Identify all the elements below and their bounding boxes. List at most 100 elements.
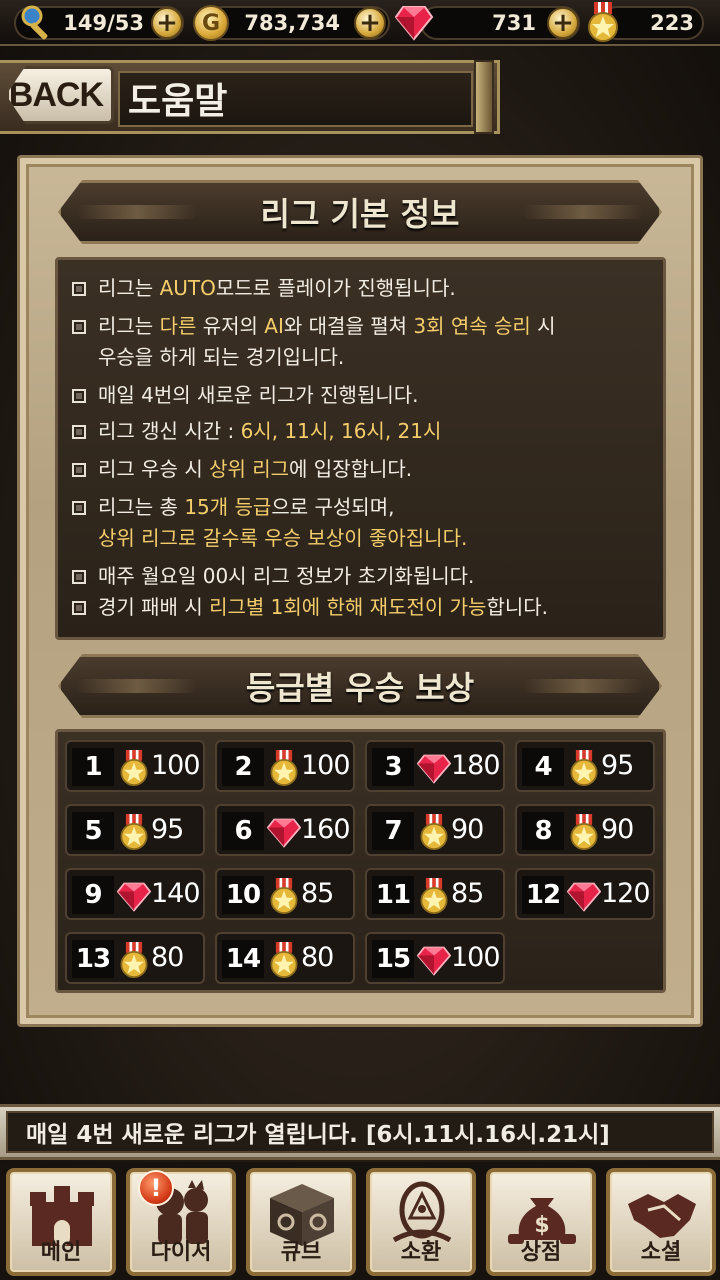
gold-value: 783,734 xyxy=(244,11,340,35)
highlight-text: 다른 xyxy=(159,314,197,338)
info-text: 으로 구성되며, xyxy=(271,495,395,519)
banner-ornament-right xyxy=(523,205,643,219)
reward-cell: 14 80 xyxy=(215,932,355,984)
ruby-gem-icon xyxy=(116,878,152,914)
stamina-value: 149/53 xyxy=(63,11,144,35)
highlight-text: 15개 등급 xyxy=(184,495,272,519)
star-medal-icon xyxy=(117,942,151,978)
nav-castle-button[interactable]: 메인 xyxy=(6,1168,116,1276)
highlight-text: AUTO xyxy=(159,276,216,300)
bullet-icon xyxy=(72,282,86,296)
reward-amount: 160 xyxy=(301,814,351,845)
info-line: 경기 패배 시 리그별 1회에 한해 재도전이 가능합니다. xyxy=(72,591,548,620)
reward-cell: 3 180 xyxy=(365,740,505,792)
reward-amount: 85 xyxy=(301,878,334,909)
reward-amount: 180 xyxy=(451,750,501,781)
reward-rank: 1 xyxy=(72,748,114,786)
rewards-title: 등급별 우승 보상 xyxy=(245,669,475,707)
reward-amount: 90 xyxy=(451,814,484,845)
info-line: 매주 월요일 00시 리그 정보가 초기화됩니다. xyxy=(72,560,474,589)
reward-cell: 1 100 xyxy=(65,740,205,792)
league-info-box: 리그는 AUTO모드로 플레이가 진행됩니다. 리그는 다른 유저의 AI와 대결… xyxy=(55,257,666,640)
key-wand-icon xyxy=(18,3,58,43)
reward-rank: 7 xyxy=(372,812,414,850)
reward-rank: 6 xyxy=(222,812,264,850)
nav-label: 큐브 xyxy=(280,1240,322,1265)
highlight-text: 3회 연속 승리 xyxy=(413,314,531,338)
reward-cell: 2 100 xyxy=(215,740,355,792)
league-info-banner: 리그 기본 정보 xyxy=(58,180,662,244)
reward-cell: 10 85 xyxy=(215,868,355,920)
rewards-grid: 1 100 2 100 3 180 4 95 5 95 6 160 7 90 8 90 9 140 10 85 11 85… xyxy=(55,729,666,993)
bottom-nav: 메인 다이서! 큐브 소환 $ 상점 소셜 xyxy=(0,1162,720,1280)
info-text: 리그 갱신 시간 : xyxy=(98,419,241,443)
gold-coin-icon: G xyxy=(193,5,229,41)
reward-cell: 6 160 xyxy=(215,804,355,856)
reward-cell: 8 90 xyxy=(515,804,655,856)
banner-ornament-left xyxy=(77,679,197,693)
highlight-text: 상위 리그로 갈수록 우승 보상이 좋아집니다. xyxy=(98,526,468,550)
nav-label: 다이서 xyxy=(150,1240,212,1265)
info-text: 리그 우승 시 xyxy=(98,457,210,481)
star-medal-icon xyxy=(417,814,451,850)
star-medal-icon xyxy=(267,942,301,978)
ruby-gem-icon xyxy=(416,750,452,786)
reward-cell: 4 95 xyxy=(515,740,655,792)
reward-rank: 13 xyxy=(72,940,114,978)
bullet-icon xyxy=(72,463,86,477)
star-medal-icon xyxy=(417,878,451,914)
star-medal-icon xyxy=(567,750,601,786)
league-info-title: 리그 기본 정보 xyxy=(260,195,460,233)
reward-rank: 9 xyxy=(72,876,114,914)
add-gem-button[interactable]: + xyxy=(547,7,579,39)
reward-rank: 12 xyxy=(522,876,564,914)
bullet-icon xyxy=(72,389,86,403)
reward-cell: 11 85 xyxy=(365,868,505,920)
info-line: 매일 4번의 새로운 리그가 진행됩니다. xyxy=(72,379,419,408)
alert-badge-icon: ! xyxy=(138,1170,174,1206)
info-text: 유저의 xyxy=(196,314,265,338)
nav-money-bag-button[interactable]: $ 상점 xyxy=(486,1168,596,1276)
reward-amount: 140 xyxy=(151,878,201,909)
star-medal-icon xyxy=(117,814,151,850)
ruby-gem-icon xyxy=(395,5,433,41)
reward-rank: 3 xyxy=(372,748,414,786)
bullet-icon xyxy=(72,425,86,439)
back-button[interactable]: BACK xyxy=(6,66,114,124)
star-medal-icon xyxy=(117,750,151,786)
medal-value: 223 xyxy=(650,11,694,35)
nav-label: 소셜 xyxy=(640,1240,682,1265)
reward-rank: 5 xyxy=(72,812,114,850)
info-line: 리그 우승 시 상위 리그에 입장합니다. xyxy=(72,453,412,482)
notice-ticker: 매일 4번 새로운 리그가 열립니다. [6시.11시.16시.21시] xyxy=(0,1104,720,1160)
bullet-icon xyxy=(72,501,86,515)
reward-cell: 12 120 xyxy=(515,868,655,920)
nav-summon-portal-button[interactable]: 소환 xyxy=(366,1168,476,1276)
info-text: 모드로 플레이가 진행됩니다. xyxy=(215,276,456,300)
reward-rank: 2 xyxy=(222,748,264,786)
add-gold-button[interactable]: + xyxy=(354,7,386,39)
bullet-icon xyxy=(72,570,86,584)
reward-rank: 14 xyxy=(222,940,264,978)
reward-rank: 11 xyxy=(372,876,414,914)
star-medal-icon xyxy=(586,2,620,42)
reward-cell: 5 95 xyxy=(65,804,205,856)
reward-amount: 100 xyxy=(301,750,351,781)
nav-handshake-button[interactable]: 소셜 xyxy=(606,1168,716,1276)
notice-ticker-frame: 매일 4번 새로운 리그가 열립니다. [6시.11시.16시.21시] xyxy=(6,1111,714,1153)
reward-cell: 9 140 xyxy=(65,868,205,920)
info-line: 리그는 총 15개 등급으로 구성되며, xyxy=(72,491,394,520)
banner-ornament-left xyxy=(77,205,197,219)
rewards-banner: 등급별 우승 보상 xyxy=(58,654,662,718)
add-stamina-button[interactable]: + xyxy=(151,7,183,39)
info-text: 와 대결을 펼쳐 xyxy=(283,314,414,338)
info-text: 우승을 하게 되는 경기입니다. xyxy=(98,345,345,369)
page-title: 도움말 xyxy=(128,81,228,122)
star-medal-icon xyxy=(267,878,301,914)
info-text: 매일 4번의 새로운 리그가 진행됩니다. xyxy=(98,383,419,407)
nav-dicer-characters-button[interactable]: 다이서! xyxy=(126,1168,236,1276)
nav-cube-button[interactable]: 큐브 xyxy=(246,1168,356,1276)
reward-amount: 95 xyxy=(601,750,634,781)
header-ornament xyxy=(474,60,494,134)
info-text: 리그는 총 xyxy=(98,495,185,519)
